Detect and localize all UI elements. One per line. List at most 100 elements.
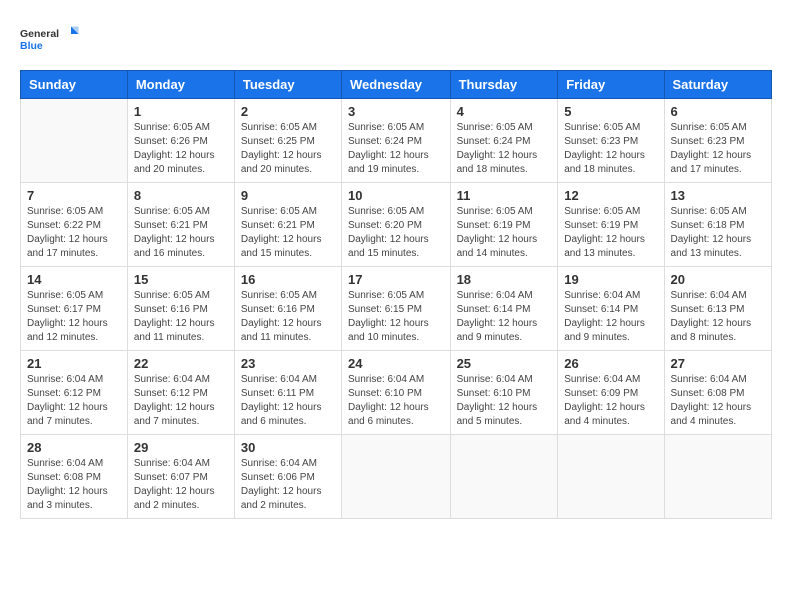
day-info: Sunrise: 6:05 AMSunset: 6:25 PMDaylight:… xyxy=(241,121,335,177)
day-info: Sunrise: 6:05 AMSunset: 6:16 PMDaylight:… xyxy=(134,289,228,345)
calendar-cell xyxy=(21,99,128,183)
day-number: 8 xyxy=(134,188,228,203)
calendar-cell: 17 Sunrise: 6:05 AMSunset: 6:15 PMDayligh… xyxy=(342,267,451,351)
logo-svg: General Blue xyxy=(20,20,80,60)
day-number: 20 xyxy=(671,272,765,287)
day-info: Sunrise: 6:05 AMSunset: 6:17 PMDaylight:… xyxy=(27,289,121,345)
day-info: Sunrise: 6:04 AMSunset: 6:10 PMDaylight:… xyxy=(457,373,552,429)
day-number: 3 xyxy=(348,104,444,119)
calendar-cell: 19Sunrise: 6:04 AMSunset: 6:14 PMDayligh… xyxy=(558,267,664,351)
day-number: 28 xyxy=(27,440,121,455)
day-number: 4 xyxy=(457,104,552,119)
day-info: Sunrise: 6:05 AMSunset: 6:16 PMDaylight:… xyxy=(241,289,335,345)
day-number: 1 xyxy=(134,104,228,119)
calendar-cell: 4 Sunrise: 6:05 AMSunset: 6:24 PMDaylight… xyxy=(450,99,558,183)
day-info: Sunrise: 6:04 AMSunset: 6:08 PMDaylight:… xyxy=(671,373,765,429)
day-number: 2 xyxy=(241,104,335,119)
day-info: Sunrise: 6:04 AMSunset: 6:10 PMDaylight:… xyxy=(348,373,444,429)
day-info: Sunrise: 6:04 AMSunset: 6:11 PMDaylight:… xyxy=(241,373,335,429)
day-info: Sunrise: 6:05 AMSunset: 6:15 PMDaylight:… xyxy=(348,289,444,345)
day-info: Sunrise: 6:05 AMSunset: 6:19 PMDaylight:… xyxy=(564,205,657,261)
calendar-cell: 25 Sunrise: 6:04 AMSunset: 6:10 PMDayligh… xyxy=(450,351,558,435)
day-number: 13 xyxy=(671,188,765,203)
day-info: Sunrise: 6:05 AMSunset: 6:23 PMDaylight:… xyxy=(671,121,765,177)
day-info: Sunrise: 6:05 AMSunset: 6:26 PMDaylight:… xyxy=(134,121,228,177)
calendar-cell: 29 Sunrise: 6:04 AMSunset: 6:07 PMDayligh… xyxy=(127,435,234,519)
day-number: 27 xyxy=(671,356,765,371)
day-number: 10 xyxy=(348,188,444,203)
calendar-cell xyxy=(450,435,558,519)
calendar-cell: 12 Sunrise: 6:05 AMSunset: 6:19 PMDayligh… xyxy=(558,183,664,267)
day-info: Sunrise: 6:05 AMSunset: 6:21 PMDaylight:… xyxy=(134,205,228,261)
calendar-cell: 9Sunrise: 6:05 AMSunset: 6:21 PMDaylight… xyxy=(234,183,341,267)
logo: General Blue xyxy=(20,20,80,60)
calendar-cell: 2 Sunrise: 6:05 AMSunset: 6:25 PMDaylight… xyxy=(234,99,341,183)
calendar-cell xyxy=(558,435,664,519)
calendar-cell: 13 Sunrise: 6:05 AMSunset: 6:18 PMDayligh… xyxy=(664,183,771,267)
calendar-table: SundayMondayTuesdayWednesdayThursdayFrid… xyxy=(20,70,772,519)
day-number: 14 xyxy=(27,272,121,287)
day-info: Sunrise: 6:04 AMSunset: 6:08 PMDaylight:… xyxy=(27,457,121,513)
day-number: 6 xyxy=(671,104,765,119)
calendar-cell: 28 Sunrise: 6:04 AMSunset: 6:08 PMDayligh… xyxy=(21,435,128,519)
day-info: Sunrise: 6:04 AMSunset: 6:12 PMDaylight:… xyxy=(134,373,228,429)
svg-text:General: General xyxy=(20,28,59,40)
day-number: 15 xyxy=(134,272,228,287)
day-of-week-header: Friday xyxy=(558,71,664,99)
day-info: Sunrise: 6:05 AMSunset: 6:24 PMDaylight:… xyxy=(348,121,444,177)
day-number: 30 xyxy=(241,440,335,455)
day-number: 25 xyxy=(457,356,552,371)
day-number: 29 xyxy=(134,440,228,455)
calendar-cell: 20 Sunrise: 6:04 AMSunset: 6:13 PMDayligh… xyxy=(664,267,771,351)
calendar-week-row: 14 Sunrise: 6:05 AMSunset: 6:17 PMDayligh… xyxy=(21,267,772,351)
calendar-week-row: 1 Sunrise: 6:05 AMSunset: 6:26 PMDaylight… xyxy=(21,99,772,183)
day-number: 22 xyxy=(134,356,228,371)
day-info: Sunrise: 6:04 AMSunset: 6:14 PMDaylight:… xyxy=(564,289,657,345)
day-number: 11 xyxy=(457,188,552,203)
calendar-cell: 14 Sunrise: 6:05 AMSunset: 6:17 PMDayligh… xyxy=(21,267,128,351)
calendar-header-row: SundayMondayTuesdayWednesdayThursdayFrid… xyxy=(21,71,772,99)
calendar-cell: 15 Sunrise: 6:05 AMSunset: 6:16 PMDayligh… xyxy=(127,267,234,351)
day-number: 26 xyxy=(564,356,657,371)
day-info: Sunrise: 6:04 AMSunset: 6:09 PMDaylight:… xyxy=(564,373,657,429)
calendar-cell: 22 Sunrise: 6:04 AMSunset: 6:12 PMDayligh… xyxy=(127,351,234,435)
day-of-week-header: Thursday xyxy=(450,71,558,99)
calendar-cell: 11 Sunrise: 6:05 AMSunset: 6:19 PMDayligh… xyxy=(450,183,558,267)
calendar-cell xyxy=(664,435,771,519)
day-info: Sunrise: 6:05 AMSunset: 6:19 PMDaylight:… xyxy=(457,205,552,261)
day-number: 17 xyxy=(348,272,444,287)
day-number: 21 xyxy=(27,356,121,371)
day-of-week-header: Saturday xyxy=(664,71,771,99)
calendar-cell: 27 Sunrise: 6:04 AMSunset: 6:08 PMDayligh… xyxy=(664,351,771,435)
day-info: Sunrise: 6:04 AMSunset: 6:07 PMDaylight:… xyxy=(134,457,228,513)
calendar-cell: 7Sunrise: 6:05 AMSunset: 6:22 PMDaylight… xyxy=(21,183,128,267)
calendar-cell: 18Sunrise: 6:04 AMSunset: 6:14 PMDayligh… xyxy=(450,267,558,351)
day-info: Sunrise: 6:04 AMSunset: 6:12 PMDaylight:… xyxy=(27,373,121,429)
calendar-cell: 1 Sunrise: 6:05 AMSunset: 6:26 PMDaylight… xyxy=(127,99,234,183)
day-of-week-header: Sunday xyxy=(21,71,128,99)
calendar-cell: 10 Sunrise: 6:05 AMSunset: 6:20 PMDayligh… xyxy=(342,183,451,267)
day-info: Sunrise: 6:05 AMSunset: 6:23 PMDaylight:… xyxy=(564,121,657,177)
day-number: 7 xyxy=(27,188,121,203)
calendar-week-row: 21 Sunrise: 6:04 AMSunset: 6:12 PMDayligh… xyxy=(21,351,772,435)
calendar-cell: 6 Sunrise: 6:05 AMSunset: 6:23 PMDaylight… xyxy=(664,99,771,183)
day-number: 18 xyxy=(457,272,552,287)
day-of-week-header: Monday xyxy=(127,71,234,99)
day-number: 24 xyxy=(348,356,444,371)
day-number: 5 xyxy=(564,104,657,119)
day-of-week-header: Wednesday xyxy=(342,71,451,99)
calendar-week-row: 7Sunrise: 6:05 AMSunset: 6:22 PMDaylight… xyxy=(21,183,772,267)
calendar-cell: 3 Sunrise: 6:05 AMSunset: 6:24 PMDaylight… xyxy=(342,99,451,183)
day-number: 9 xyxy=(241,188,335,203)
page-header: General Blue xyxy=(20,20,772,60)
day-info: Sunrise: 6:05 AMSunset: 6:20 PMDaylight:… xyxy=(348,205,444,261)
calendar-cell: 30 Sunrise: 6:04 AMSunset: 6:06 PMDayligh… xyxy=(234,435,341,519)
day-info: Sunrise: 6:05 AMSunset: 6:24 PMDaylight:… xyxy=(457,121,552,177)
calendar-cell: 26 Sunrise: 6:04 AMSunset: 6:09 PMDayligh… xyxy=(558,351,664,435)
day-number: 12 xyxy=(564,188,657,203)
day-info: Sunrise: 6:04 AMSunset: 6:06 PMDaylight:… xyxy=(241,457,335,513)
day-info: Sunrise: 6:04 AMSunset: 6:13 PMDaylight:… xyxy=(671,289,765,345)
calendar-cell xyxy=(342,435,451,519)
calendar-cell: 8 Sunrise: 6:05 AMSunset: 6:21 PMDaylight… xyxy=(127,183,234,267)
day-info: Sunrise: 6:05 AMSunset: 6:18 PMDaylight:… xyxy=(671,205,765,261)
